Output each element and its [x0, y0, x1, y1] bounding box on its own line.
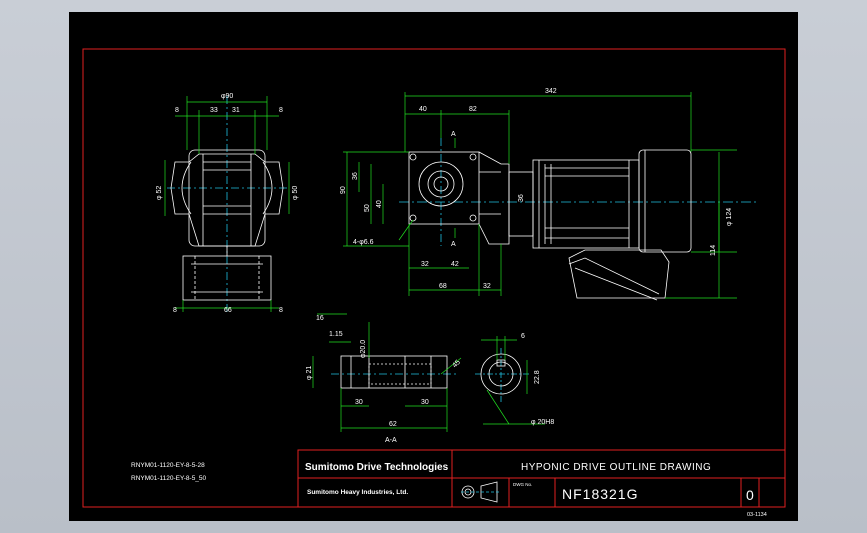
dim-68: 68 — [439, 283, 447, 290]
left-view-labels: φ90 8 33 31 8 φ 52 φ 50 8 66 8 — [156, 93, 299, 314]
terminal-box-line — [568, 257, 660, 295]
motor-body — [532, 159, 640, 249]
dim-1-15: 1.15 — [329, 331, 343, 338]
note-line-1: RNYM01-1120-EY-8-5-28 — [131, 462, 205, 469]
drawing-title: HYPONIC DRIVE OUTLINE DRAWING — [521, 462, 711, 473]
dim-30-left: 30 — [355, 399, 363, 406]
main-view-labels: 342 40 82 A A 90 36 50 40 36 4-φ6.6 32 4… — [340, 88, 733, 290]
shaft-view-labels: 16 1.15 φ20.0 φ 21 30 30 62 45 A-A — [306, 315, 462, 444]
company-logo: Sumitomo Drive Technologies — [305, 462, 449, 473]
hole-note: 4-φ6.6 — [353, 239, 374, 246]
dim-8-right: 8 — [279, 107, 283, 114]
fan-cover — [638, 149, 692, 253]
dim-h90: 90 — [340, 186, 347, 194]
drawing-number: NF18321G — [562, 486, 638, 502]
dim-8-bottom-right: 8 — [279, 307, 283, 314]
dim-82: 82 — [469, 106, 477, 113]
note-line-2: RNYM01-1120-EY-8-5_50 — [131, 475, 207, 482]
section-view-labels: 6 22.8 φ 20H8 — [521, 333, 554, 426]
leader-line — [486, 389, 510, 425]
sheet-code: 03-1134 — [747, 512, 767, 518]
dim-114: 114 — [710, 245, 717, 256]
section-a-bottom: A — [451, 241, 456, 248]
dim-32: 32 — [421, 261, 429, 268]
terminal-box — [568, 249, 670, 299]
section-a-top: A — [451, 131, 456, 138]
dim-16: 16 — [316, 315, 324, 322]
dim-8-bottom-left: 8 — [173, 307, 177, 314]
dim-phi20: φ20.0 — [360, 340, 367, 358]
notes: RNYM01-1120-EY-8-5-28 RNYM01-1120-EY-8-5… — [131, 462, 207, 482]
dim-42: 42 — [451, 261, 459, 268]
dim-32-right: 32 — [483, 283, 491, 290]
main-view-dims — [343, 92, 737, 299]
dim-phi20h8: φ 20H8 — [531, 419, 554, 426]
dim-h40: 40 — [376, 200, 383, 208]
projection-symbol-icon — [461, 481, 501, 503]
dim-40: 40 — [419, 106, 427, 113]
dim-phi90: φ90 — [221, 93, 233, 100]
mount-hole — [409, 153, 417, 161]
mount-hole — [469, 214, 477, 222]
dim-8-left: 8 — [175, 107, 179, 114]
section-view — [475, 348, 529, 402]
drawing-frame — [82, 48, 786, 508]
dim-phi50: φ 50 — [292, 186, 299, 200]
dim-45: 45 — [451, 359, 462, 370]
dim-phi21: φ 21 — [306, 366, 313, 380]
coupling-block — [508, 171, 534, 237]
revision-number: 0 — [746, 487, 754, 503]
output-bore-outer — [418, 161, 464, 207]
company-name: Sumitomo Heavy Industries, Ltd. — [307, 489, 408, 496]
dim-h36-right: 36 — [518, 194, 525, 202]
shaft-view — [331, 355, 457, 389]
dim-6: 6 — [521, 333, 525, 340]
dim-phi52: φ 52 — [156, 186, 163, 200]
dim-62: 62 — [389, 421, 397, 428]
drawing-no-label: DWG No. — [513, 482, 532, 487]
mount-hole — [469, 153, 477, 161]
left-view — [167, 96, 289, 314]
dim-31: 31 — [232, 107, 240, 114]
dim-30-right: 30 — [421, 399, 429, 406]
dim-h36: 36 — [352, 172, 359, 180]
title-block: Sumitomo Drive Technologies Sumitomo Hea… — [297, 449, 786, 518]
drawing-canvas: φ90 8 33 31 8 φ 52 φ 50 8 66 8 342 40 82… — [82, 48, 786, 518]
adapter-housing — [478, 151, 510, 245]
dim-66: 66 — [224, 307, 232, 314]
dim-phi124: φ 124 — [726, 208, 733, 226]
leader-line — [398, 219, 414, 241]
cad-viewport[interactable]: φ90 8 33 31 8 φ 52 φ 50 8 66 8 342 40 82… — [69, 12, 798, 521]
main-view — [399, 138, 759, 301]
dim-22-8: 22.8 — [534, 370, 541, 384]
dim-h50: 50 — [364, 204, 371, 212]
dim-342: 342 — [545, 88, 557, 95]
section-label-aa: A-A — [385, 437, 397, 444]
dim-33: 33 — [210, 107, 218, 114]
